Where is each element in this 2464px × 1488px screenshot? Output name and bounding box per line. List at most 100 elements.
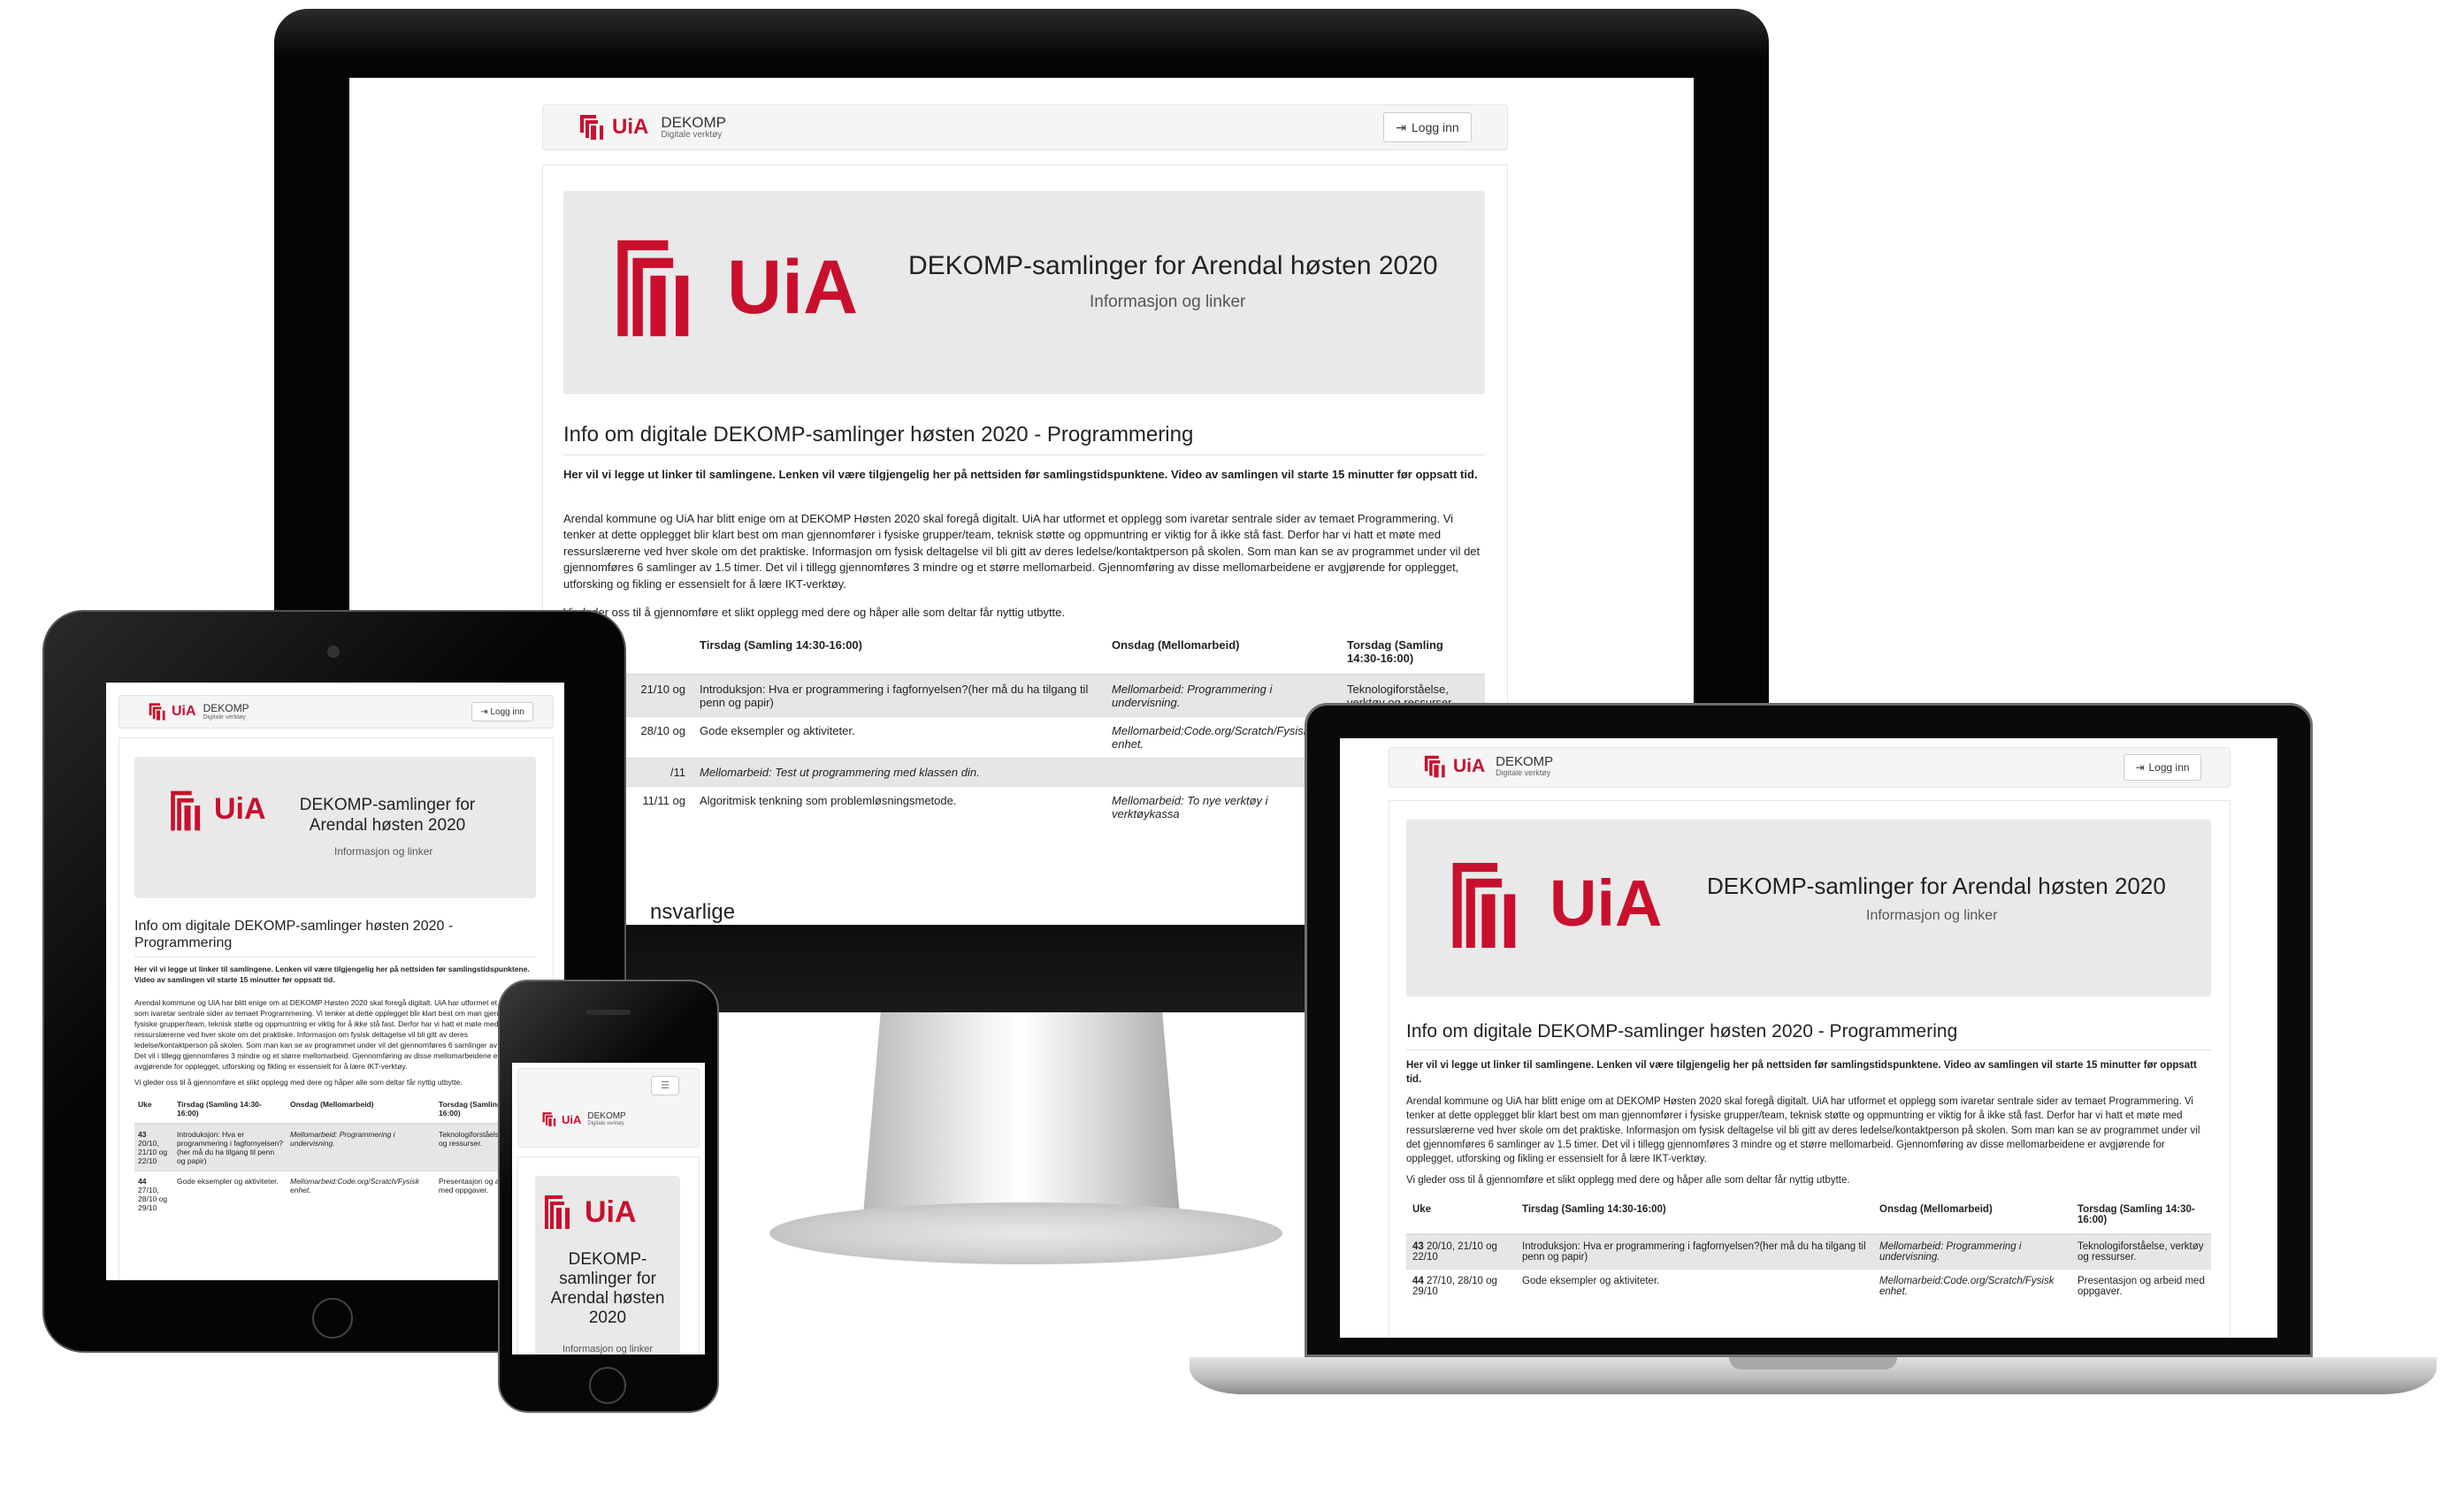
- week-cell: 43 20/10, 21/10 og 22/10: [134, 1123, 173, 1171]
- login-button[interactable]: ⇥ Logg inn: [1383, 112, 1472, 142]
- heading-divider: [563, 454, 1485, 455]
- brand-tagline: Digitale verktøy: [203, 713, 246, 721]
- table-row: 43 20/10, 21/10 og 22/10 Introduksjon: H…: [1406, 1233, 2211, 1270]
- sign-in-icon: ⇥: [2135, 761, 2145, 774]
- uia-logo-icon: [149, 703, 165, 721]
- uia-logo-icon: [617, 240, 689, 337]
- col-header-tue: Tirsdag (Samling 14:30-16:00): [173, 1095, 287, 1125]
- tablet-site: UiA DEKOMP Digitale verktøy ⇥ Logg inn U…: [106, 683, 564, 1280]
- closing-paragraph: Vi gleder oss til å gjennomføre et slikt…: [134, 1078, 463, 1087]
- brand-name: DEKOMP: [661, 113, 727, 131]
- table-header-row: Uke Tirsdag (Samling 14:30-16:00) Onsdag…: [563, 630, 1485, 675]
- laptop-site: UiA DEKOMP Digitale verktøy ⇥ Logg inn U…: [1340, 738, 2277, 1338]
- laptop-device: UiA DEKOMP Digitale verktøy ⇥ Logg inn U…: [1190, 703, 2437, 1437]
- col-header-tue: Tirsdag (Samling 14:30-16:00): [693, 630, 1105, 675]
- hero-subtitle: Informasjon og linker: [1090, 293, 1246, 311]
- heading-divider: [1406, 1049, 2211, 1050]
- phone-device: ☰ UiA DEKOMP Digitale verktøy UiA DEKOMP…: [498, 980, 719, 1413]
- laptop-notch: [1729, 1357, 1897, 1370]
- uia-logo-icon: [545, 1195, 570, 1229]
- page-heading: Info om digitale DEKOMP-samlinger høsten…: [1406, 1021, 1958, 1042]
- thu-cell: Presentasjon og arbeid med oppgaver.: [2071, 1269, 2211, 1303]
- heading-divider: [134, 957, 536, 958]
- logo-text: UiA: [562, 1112, 582, 1126]
- next-section-heading: nsvarlige: [650, 900, 736, 924]
- wed-cell: Mellomarbeid: Programmering i undervisni…: [1873, 1233, 2071, 1270]
- week-cell: 44 27/10, 28/10 og 29/10: [1406, 1269, 1516, 1303]
- logo-text: UiA: [172, 704, 196, 719]
- closing-paragraph: Vi gleder oss til å gjennomføre et slikt…: [1406, 1175, 1850, 1186]
- tue-cell: Introduksjon: Hva er programmering i fag…: [173, 1123, 287, 1171]
- uia-logo-icon: [1452, 863, 1516, 948]
- phone-screen: ☰ UiA DEKOMP Digitale verktøy UiA DEKOMP…: [512, 1063, 705, 1354]
- table-row: 44 27/10, 28/10 og 29/10 Gode eksempler o…: [134, 1171, 536, 1217]
- brand[interactable]: UiA DEKOMP Digitale verktøy: [148, 702, 249, 721]
- hamburger-icon: ☰: [661, 1080, 670, 1091]
- monitor-stand-neck: [862, 1003, 1181, 1225]
- brand-name: DEKOMP: [203, 702, 249, 715]
- laptop-screen: UiA DEKOMP Digitale verktøy ⇥ Logg inn U…: [1340, 738, 2277, 1338]
- hero-logo-text: UiA: [214, 792, 266, 826]
- navbar: UiA DEKOMP Digitale verktøy ⇥ Logg inn: [542, 104, 1508, 150]
- hero-title: DEKOMP-samlinger for Arendal høsten 2020: [908, 251, 1438, 280]
- brand-tagline: Digitale verktøy: [587, 1121, 624, 1127]
- uia-logo-icon: [580, 115, 603, 140]
- tue-cell: Algoritmisk tenkning som problemløsnings…: [693, 786, 1105, 828]
- brand-tagline: Digitale verktøy: [661, 129, 723, 140]
- hero-banner: UiA DEKOMP-samlinger for Arendal høsten …: [563, 191, 1485, 394]
- week-cell: 44 27/10, 28/10 og 29/10: [134, 1171, 173, 1217]
- tablet-home-button[interactable]: [312, 1298, 353, 1339]
- schedule-table: Uke Tirsdag (Samling 14:30-16:00) Onsdag…: [134, 1095, 536, 1217]
- page-heading: Info om digitale DEKOMP-samlinger høsten…: [563, 423, 1194, 446]
- login-button[interactable]: ⇥ Logg inn: [2123, 754, 2201, 781]
- hero-logo-text: UiA: [727, 245, 859, 330]
- navbar: UiA DEKOMP Digitale verktøy ⇥ Logg inn: [1389, 747, 2231, 788]
- body-paragraph: Arendal kommune og UiA har blitt enige o…: [134, 998, 533, 1072]
- lead-paragraph: Her vil vi legge ut linker til samlingen…: [563, 468, 1478, 481]
- brand-name: DEKOMP: [587, 1110, 626, 1121]
- table-row: 44 27/10, 28/10 og 29/10 Gode eksempler …: [1406, 1269, 2211, 1303]
- hero-title: DEKOMP-samlinger for Arendal høsten 2020: [550, 1250, 665, 1327]
- hero-subtitle: Informasjon og linker: [1866, 908, 1998, 923]
- schedule-table: Uke Tirsdag (Samling 14:30-16:00) Onsdag…: [1406, 1196, 2211, 1303]
- login-label: Logg inn: [2148, 761, 2190, 774]
- logo-text: UiA: [612, 115, 649, 139]
- login-button[interactable]: ⇥ Logg inn: [471, 702, 533, 721]
- tue-cell: Introduksjon: Hva er programmering i fag…: [1516, 1233, 1873, 1270]
- brand[interactable]: UiA DEKOMP Digitale verktøy: [578, 113, 726, 141]
- sign-in-icon: ⇥: [1396, 119, 1406, 134]
- body-paragraph: Arendal kommune og UiA har blitt enige o…: [563, 512, 1481, 591]
- phone-home-button[interactable]: [589, 1367, 626, 1404]
- tablet-screen: UiA DEKOMP Digitale verktøy ⇥ Logg inn U…: [106, 683, 564, 1280]
- page-heading: Info om digitale DEKOMP-samlinger høsten…: [134, 919, 454, 951]
- uia-logo-icon: [542, 1112, 556, 1126]
- wed-cell: Mellomarbeid:Code.org/Scratch/Fysisk enh…: [1873, 1269, 2071, 1303]
- menu-toggle-button[interactable]: ☰: [651, 1076, 679, 1095]
- brand[interactable]: UiA DEKOMP Digitale verktøy: [1423, 754, 1553, 779]
- body-paragraph: Arendal kommune og UiA har blitt enige o…: [1406, 1096, 2200, 1165]
- col-header-tue: Tirsdag (Samling 14:30-16:00): [1516, 1196, 1873, 1235]
- uia-logo-icon: [1424, 755, 1445, 778]
- table-row: 43 20/10, 21/10 og 22/10 Introduksjon: Hv…: [134, 1123, 536, 1171]
- table-header-row: Uke Tirsdag (Samling 14:30-16:00) Onsdag…: [134, 1095, 536, 1125]
- brand[interactable]: UiA DEKOMP Digitale verktøy: [541, 1111, 626, 1127]
- navbar: UiA DEKOMP Digitale verktøy ⇥ Logg inn: [119, 695, 554, 729]
- table-header-row: Uke Tirsdag (Samling 14:30-16:00) Onsdag…: [1406, 1196, 2211, 1235]
- tablet-camera: [327, 645, 340, 658]
- col-header-week: Uke: [134, 1095, 173, 1125]
- login-label: Logg inn: [490, 706, 524, 717]
- hero-banner: UiA DEKOMP-samlinger for Arendal høsten …: [1406, 820, 2211, 996]
- brand-tagline: Digitale verktøy: [1496, 768, 1551, 778]
- col-header-thu: Torsdag (Samling 14:30-16:00): [1340, 630, 1485, 675]
- hero-title: DEKOMP-samlinger for Arendal høsten 2020: [299, 796, 476, 835]
- navbar: ☰ UiA DEKOMP Digitale verktøy: [517, 1068, 700, 1148]
- week-cell: 43 20/10, 21/10 og 22/10: [1406, 1233, 1516, 1270]
- phone-speaker: [586, 1010, 631, 1015]
- col-header-thu: Torsdag (Samling 14:30-16:00): [2071, 1196, 2211, 1235]
- tue-cell: Introduksjon: Hva er programmering i fag…: [693, 674, 1105, 717]
- closing-paragraph: Vi gleder oss til å gjennomføre et slikt…: [563, 606, 1066, 619]
- login-label: Logg inn: [1412, 120, 1459, 134]
- logo-text: UiA: [1453, 756, 1486, 776]
- hero-banner: UiA DEKOMP-samlinger for Arendal høsten …: [134, 757, 536, 898]
- hero-banner: UiA DEKOMP-samlinger for Arendal høsten …: [535, 1176, 680, 1354]
